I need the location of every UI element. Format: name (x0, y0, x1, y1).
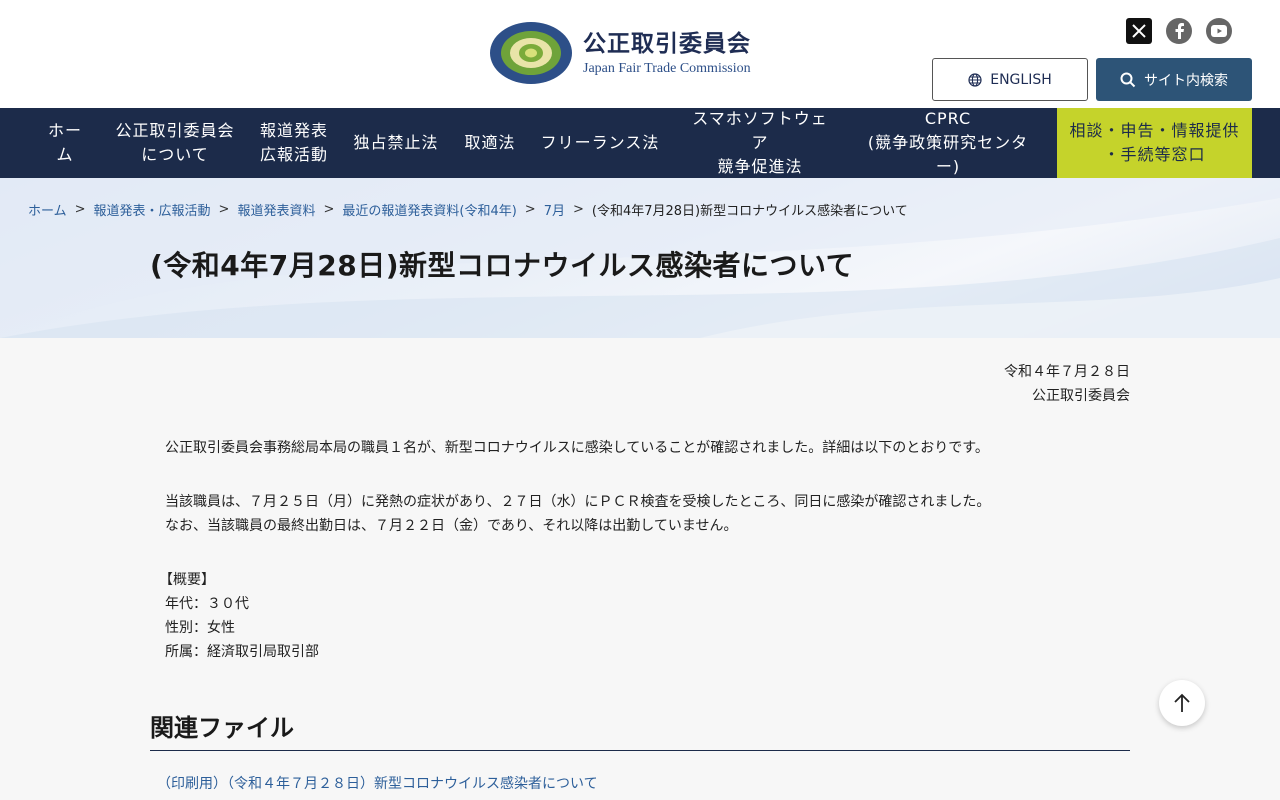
breadcrumb-press-releases[interactable]: 報道発表資料 (237, 200, 315, 219)
summary-department: 所属：経済取引局取引部 (165, 644, 319, 660)
release-date: 令和４年７月２８日 (1004, 364, 1130, 380)
nav-item-home[interactable]: ホーム (28, 108, 102, 178)
global-nav: ホーム 公正取引委員会 について 報道発表 広報活動 独占禁止法 取適法 フリー… (0, 108, 1280, 178)
breadcrumb: ホーム > 報道発表・広報活動 > 報道発表資料 > 最近の報道発表資料(令和4… (28, 200, 908, 219)
summary-gender: 性別：女性 (165, 620, 235, 636)
nav-item-antimonopoly[interactable]: 独占禁止法 (340, 108, 452, 178)
nav-item-press[interactable]: 報道発表 広報活動 (248, 108, 340, 178)
nav-item-freelance[interactable]: フリーランス法 (528, 108, 672, 178)
arrow-up-icon (1174, 693, 1190, 712)
summary-block: 【概要】 年代：３０代 性別：女性 所属：経済取引局取引部 (159, 568, 319, 664)
breadcrumb-separator: > (524, 202, 536, 217)
social-links (1126, 18, 1232, 44)
site-header: 公正取引委員会 Japan Fair Trade Commission ENGL… (0, 0, 1280, 108)
nav-item-about[interactable]: 公正取引委員会 について (102, 108, 248, 178)
nav-item-consult[interactable]: 相談・申告・情報提供 ・手続等窓口 (1057, 108, 1252, 178)
facebook-icon[interactable] (1166, 18, 1192, 44)
body-paragraph-1: 公正取引委員会事務総局本局の職員１名が、新型コロナウイルスに感染していることが確… (165, 440, 989, 456)
jftc-emblem-icon (490, 22, 572, 84)
nav-item-smartphone[interactable]: スマホソフトウェア 競争促進法 (672, 108, 848, 178)
release-meta: 令和４年７月２８日 公正取引委員会 (1004, 360, 1130, 408)
breadcrumb-recent-r4[interactable]: 最近の報道発表資料(令和4年) (342, 200, 516, 219)
breadcrumb-separator: > (323, 202, 335, 217)
breadcrumb-current: (令和4年7月28日)新型コロナウイルス感染者について (591, 204, 908, 219)
main-content: 令和４年７月２８日 公正取引委員会 公正取引委員会事務総局本局の職員１名が、新型… (0, 338, 1280, 800)
summary-age: 年代：３０代 (165, 596, 249, 612)
youtube-icon[interactable] (1206, 18, 1232, 44)
release-issuer: 公正取引委員会 (1032, 388, 1130, 404)
search-icon (1120, 72, 1136, 87)
page-hero: ホーム > 報道発表・広報活動 > 報道発表資料 > 最近の報道発表資料(令和4… (0, 178, 1280, 338)
nav-item-cprc[interactable]: CPRC (競争政策研究センター) (848, 108, 1048, 178)
related-files-divider (150, 750, 1130, 751)
org-name-ja: 公正取引委員会 (583, 31, 751, 57)
english-label: ENGLISH (990, 71, 1052, 88)
x-icon[interactable] (1126, 18, 1152, 44)
back-to-top-button[interactable] (1159, 680, 1205, 726)
nav-item-toriteki[interactable]: 取適法 (452, 108, 528, 178)
breadcrumb-press-activities[interactable]: 報道発表・広報活動 (94, 200, 211, 219)
related-file-link[interactable]: （印刷用）（令和４年７月２８日）新型コロナウイルス感染者について (157, 773, 598, 793)
breadcrumb-separator: > (74, 202, 86, 217)
page-title: (令和4年7月28日)新型コロナウイルス感染者について (150, 249, 855, 282)
breadcrumb-separator: > (218, 202, 230, 217)
search-label: サイト内検索 (1144, 72, 1228, 89)
breadcrumb-july[interactable]: 7月 (544, 200, 565, 219)
site-search-button[interactable]: サイト内検索 (1096, 58, 1252, 101)
body-paragraph-3: なお、当該職員の最終出勤日は、７月２２日（金）であり、それ以降は出勤していません… (165, 518, 738, 534)
globe-icon (968, 72, 982, 87)
english-button[interactable]: ENGLISH (932, 58, 1088, 101)
related-files-heading: 関連ファイル (150, 714, 294, 742)
breadcrumb-home[interactable]: ホーム (28, 200, 67, 219)
body-paragraph-2: 当該職員は、７月２５日（月）に発熱の症状があり、２７日（水）にＰＣＲ検査を受検し… (165, 494, 991, 510)
site-logo[interactable]: 公正取引委員会 Japan Fair Trade Commission (489, 20, 751, 86)
org-name-en: Japan Fair Trade Commission (583, 61, 751, 76)
summary-heading: 【概要】 (159, 572, 215, 588)
breadcrumb-separator: > (572, 202, 584, 217)
